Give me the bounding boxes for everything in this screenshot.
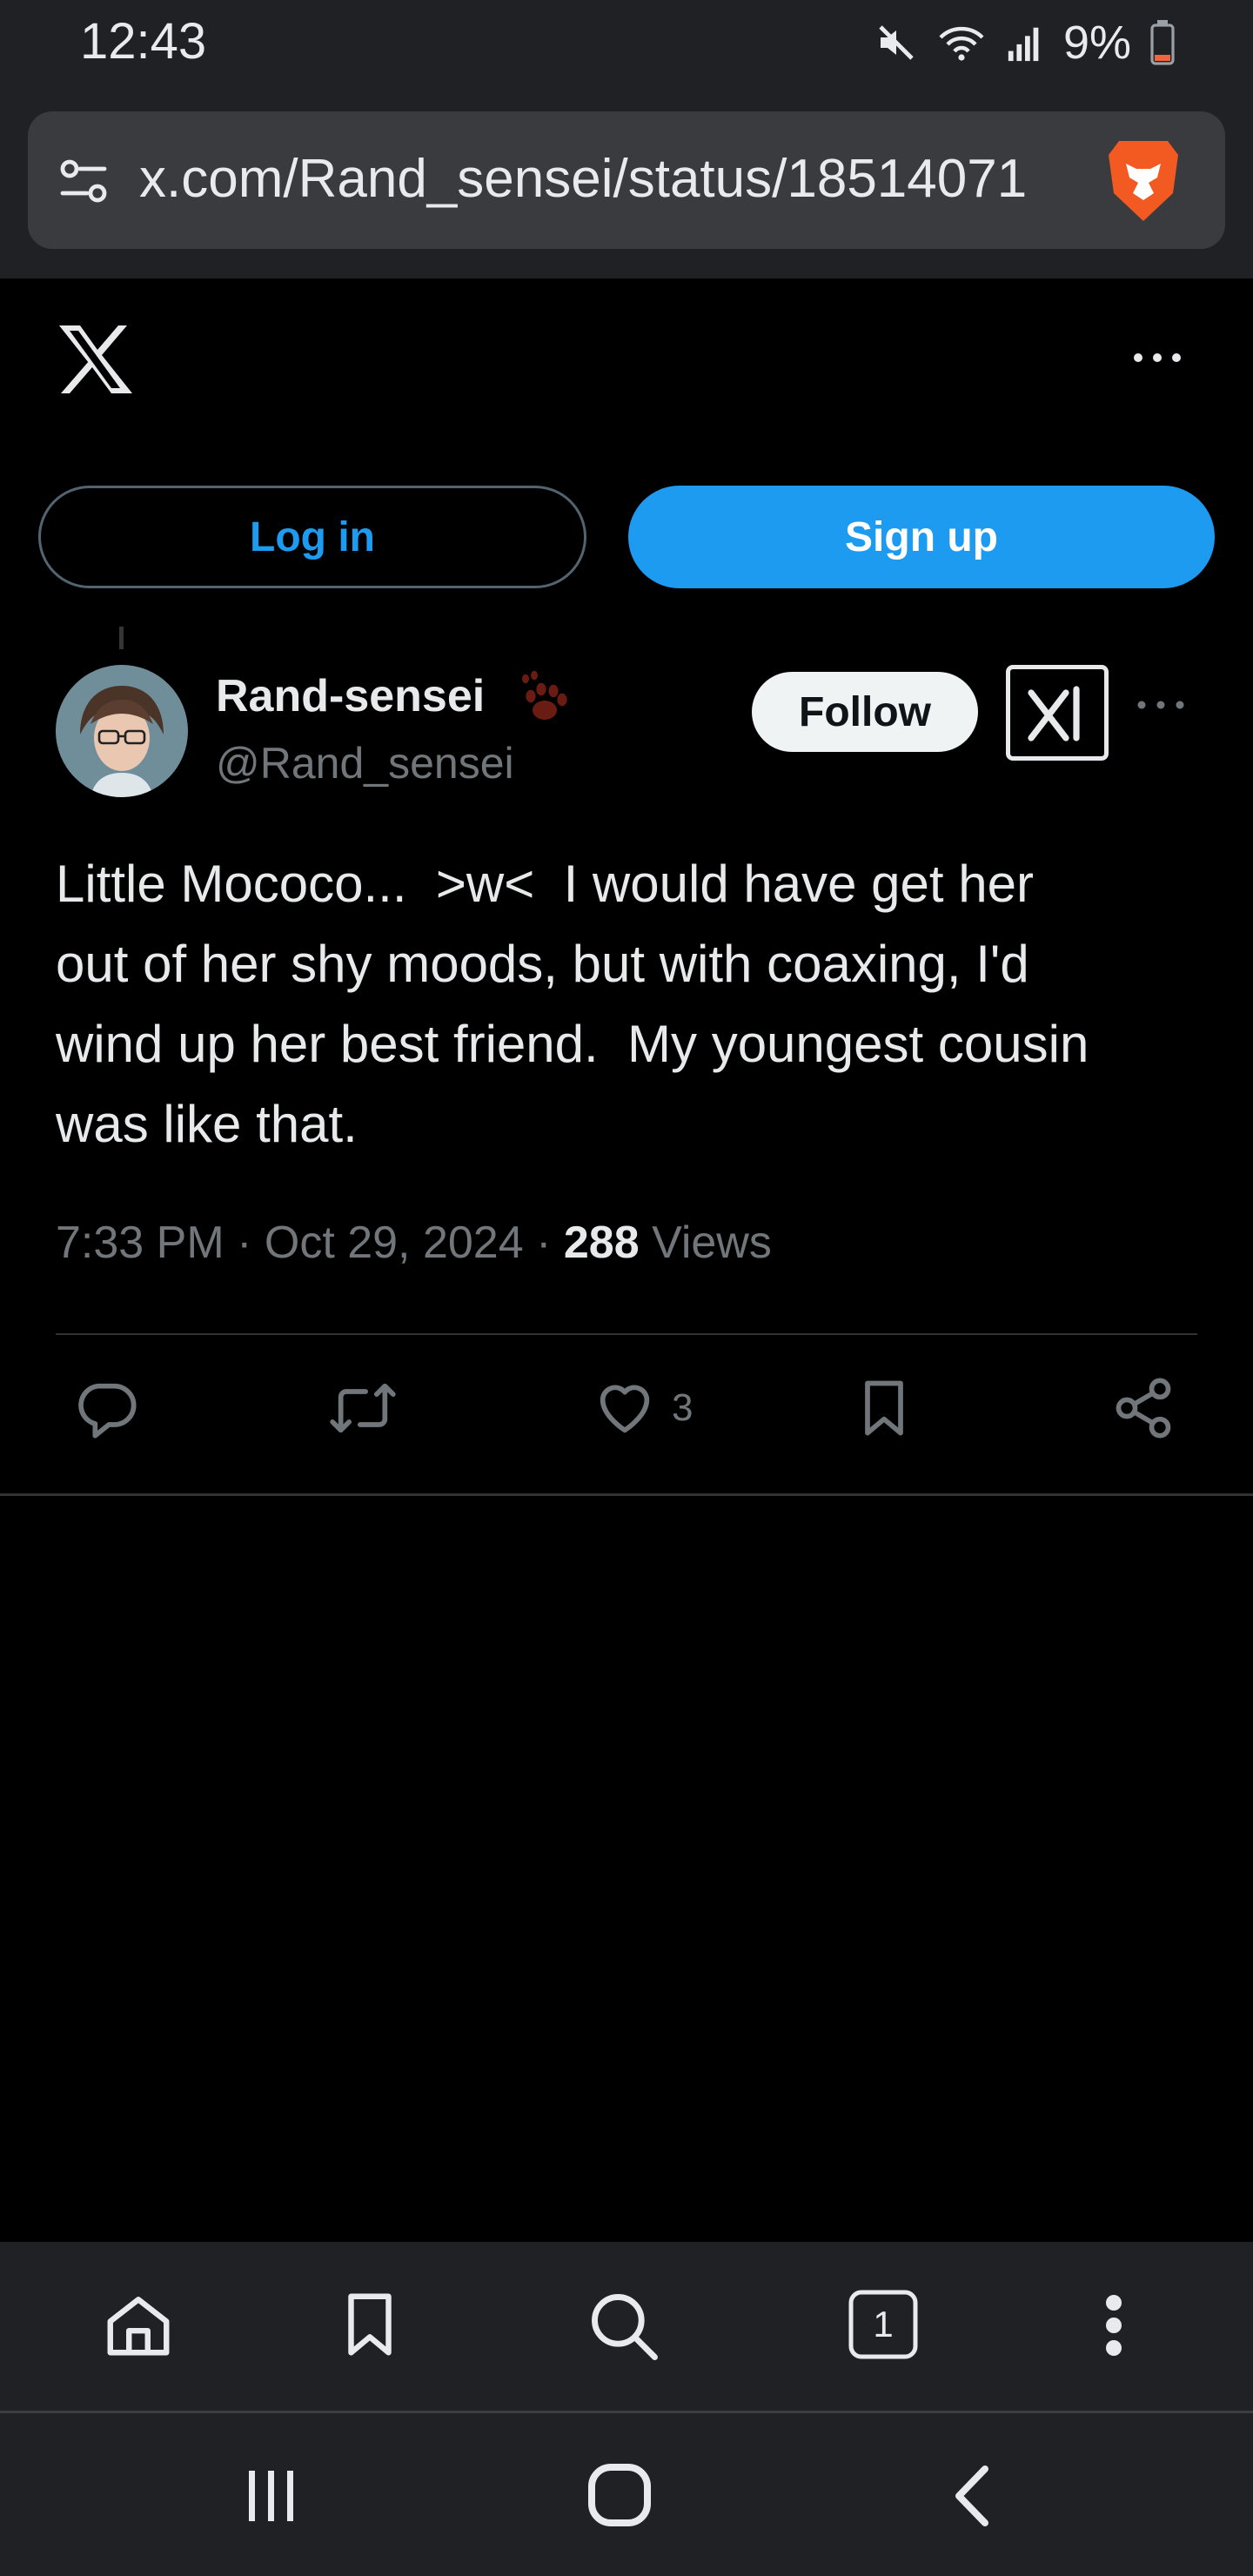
x-logo-icon[interactable] <box>56 324 134 395</box>
share-button[interactable] <box>1110 1375 1176 1441</box>
like-count: 3 <box>672 1386 694 1429</box>
home-icon[interactable] <box>101 2287 176 2362</box>
repost-icon <box>325 1375 400 1441</box>
tweet-meta: 7:33 PM · Oct 29, 2024 · 288 Views <box>56 1217 772 1269</box>
battery-percent: 9% <box>1062 17 1131 69</box>
follow-button[interactable]: Follow <box>752 672 978 752</box>
heart-icon <box>592 1375 658 1441</box>
status-icons: 9% <box>875 16 1175 70</box>
views-count: 288 <box>563 1218 640 1268</box>
tabs-button[interactable]: 1 <box>846 2287 921 2362</box>
status-time: 12:43 <box>80 13 207 70</box>
site-settings-icon[interactable] <box>56 153 111 209</box>
reply-icon <box>73 1375 139 1441</box>
system-nav-bar <box>0 2413 1253 2576</box>
meta-separator: · <box>237 1218 265 1268</box>
avatar[interactable] <box>56 665 188 797</box>
battery-icon <box>1150 20 1175 65</box>
wifi-icon <box>936 22 987 64</box>
reply-button[interactable] <box>73 1375 139 1441</box>
mute-icon <box>875 22 917 64</box>
signal-icon <box>1006 23 1044 63</box>
signup-button[interactable]: Sign up <box>628 486 1215 588</box>
back-icon[interactable] <box>950 2464 994 2528</box>
menu-icon[interactable] <box>1095 2287 1133 2362</box>
grok-icon[interactable] <box>1006 665 1109 761</box>
bookmarks-icon[interactable] <box>332 2287 407 2362</box>
tweet-actions: 3 <box>56 1375 1197 1453</box>
display-name[interactable]: Rand-sensei <box>216 670 485 722</box>
user-handle[interactable]: @Rand_sensei <box>216 738 514 788</box>
like-button[interactable]: 3 <box>592 1375 693 1441</box>
search-icon[interactable] <box>585 2287 665 2367</box>
views-label: Views <box>652 1218 772 1268</box>
thread-connector <box>119 627 124 649</box>
url-text[interactable]: x.com/Rand_sensei/status/18514071 <box>139 148 1069 210</box>
tab-count: 1 <box>873 2304 893 2345</box>
tweet-more-icon[interactable] <box>1136 700 1185 710</box>
bookmark-icon <box>851 1375 917 1441</box>
home-nav-icon[interactable] <box>586 2462 653 2528</box>
tweet-text: Little Mococo... >w< I would have get he… <box>56 855 1089 1153</box>
repost-button[interactable] <box>325 1375 400 1441</box>
divider <box>0 1493 1253 1496</box>
more-options-icon[interactable] <box>1131 352 1183 364</box>
brave-lion-icon[interactable] <box>1102 136 1185 226</box>
tweet-time[interactable]: 7:33 PM <box>56 1218 224 1268</box>
divider <box>56 1333 1197 1335</box>
tweet-date[interactable]: Oct 29, 2024 <box>265 1218 524 1268</box>
browser-toolbar: 1 <box>0 2242 1253 2413</box>
meta-separator: · <box>536 1218 564 1268</box>
recent-apps-icon[interactable] <box>240 2465 301 2526</box>
login-button[interactable]: Log in <box>38 486 586 588</box>
bookmark-button[interactable] <box>851 1375 917 1441</box>
share-icon <box>1110 1375 1176 1441</box>
paw-emoji-icon <box>515 670 573 728</box>
